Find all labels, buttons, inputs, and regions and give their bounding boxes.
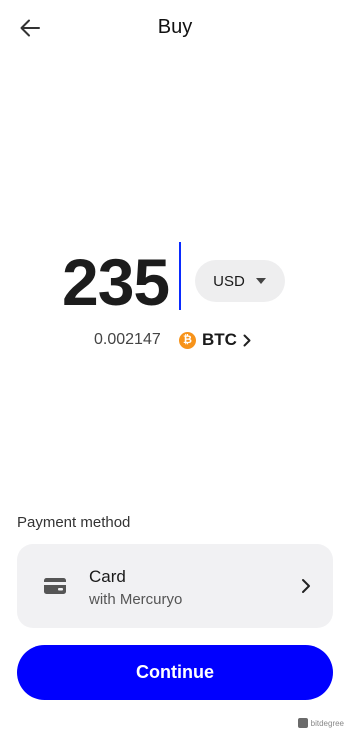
amount-value[interactable]: 235 bbox=[62, 242, 170, 322]
triangle-down-icon bbox=[255, 278, 266, 284]
bitcoin-icon: ₿ bbox=[179, 331, 196, 349]
credit-card-icon bbox=[44, 578, 66, 594]
chevron-right-icon bbox=[243, 334, 251, 346]
payment-method-subtitle: with Mercuryo bbox=[89, 591, 183, 608]
crypto-code: BTC bbox=[202, 330, 237, 349]
crypto-selector-button[interactable]: ₿ BTC bbox=[179, 328, 251, 352]
conversion-row: 0.002147 ₿ BTC bbox=[0, 328, 350, 352]
watermark-text: bitdegree bbox=[310, 718, 344, 728]
amount-entry: 235 USD bbox=[0, 240, 350, 320]
currency-code: USD bbox=[213, 272, 245, 290]
continue-button[interactable]: Continue bbox=[17, 645, 333, 700]
payment-method-card[interactable]: Card with Mercuryo bbox=[17, 544, 333, 628]
chevron-right-icon bbox=[302, 579, 310, 593]
crypto-amount: 0.002147 bbox=[94, 331, 161, 348]
currency-selector-button[interactable]: USD bbox=[195, 260, 285, 302]
text-caret bbox=[179, 242, 181, 310]
payment-method-label: Payment method bbox=[17, 514, 131, 531]
header-bar: Buy bbox=[0, 0, 350, 56]
payment-method-title: Card bbox=[89, 567, 126, 586]
page-title: Buy bbox=[157, 16, 193, 38]
logo-icon bbox=[297, 718, 308, 728]
watermark: bitdegree bbox=[297, 718, 344, 728]
